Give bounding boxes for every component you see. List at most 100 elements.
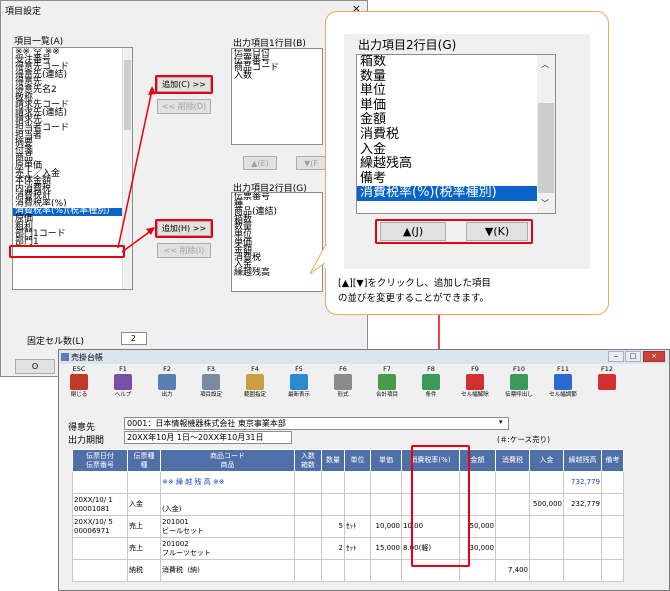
chevron-down-icon[interactable]: ▾ (499, 418, 503, 426)
adjust-icon (554, 374, 572, 390)
table-cell: 20XX/10/ 5 00006971 (72, 515, 128, 538)
table-cell (344, 493, 371, 516)
toolbar-label: 形式 (337, 391, 349, 398)
column-header-line1: 繰越残高 (568, 456, 597, 464)
toolbar-button-f4[interactable]: F4 範囲指定 (238, 365, 272, 405)
table-row[interactable]: 20XX/10/ 5 00006971 売上 201001 ビールセット 5 ｾｯﾄ 10… (72, 515, 624, 538)
toolbar-label: 合計項目 (375, 391, 399, 398)
table-cell (72, 559, 128, 582)
column-header[interactable]: 伝票種種 (127, 449, 161, 472)
table-cell (321, 471, 345, 494)
window-close-icon[interactable]: × (643, 351, 665, 362)
callout-note-line1: [▲][▼]をクリックし、追加した項目 (338, 278, 491, 289)
table-cell (370, 471, 402, 494)
callout-scrollbar[interactable]: ︿ ﹀ (537, 55, 555, 213)
toolbar-label: ヘルプ (114, 391, 132, 398)
function-key-label: F5 (295, 365, 303, 373)
toolbar-button-f12[interactable]: F12 (590, 365, 624, 405)
table-cell (294, 471, 322, 494)
column-header[interactable]: 入金 (529, 449, 564, 472)
toolbar-button-f2[interactable]: F2 出力 (150, 365, 184, 405)
table-row[interactable]: 売上 201002 フルーツセット 2 ｾｯﾄ 15,000 8.00(軽) 30,000 (72, 537, 624, 560)
column-header-line2: 種 (140, 460, 148, 469)
toolbar-button-esc[interactable]: ESC 閉じる (62, 365, 96, 405)
scroll-down-icon[interactable]: ﹀ (541, 198, 549, 209)
toolbar-button-f7[interactable]: F7 合計項目 (370, 365, 404, 405)
toolbar-button-f3[interactable]: F3 項目設定 (194, 365, 228, 405)
column-header-line1: 伝票種 (133, 451, 155, 460)
callout-list-entry[interactable]: 消費税率(%)(税率種別) (357, 186, 555, 201)
callout-list-entry[interactable]: 繰越残高 (357, 157, 555, 172)
function-key-label: ESC (72, 365, 86, 373)
callout-list-entry[interactable]: 単位 (357, 84, 555, 99)
table-row[interactable]: ※※ 繰 越 残 高 ※※ 732,779 (72, 471, 624, 494)
function-key-label: F6 (339, 365, 347, 373)
table-cell: 201002 フルーツセット (160, 537, 295, 560)
table-cell: 732,779 (563, 471, 602, 494)
callout-list-entry[interactable]: 単価 (357, 98, 555, 114)
scroll-up-icon[interactable]: ︿ (541, 59, 549, 70)
table-cell: 232,779 (563, 493, 602, 516)
minimize-icon[interactable]: ‒ (608, 351, 624, 362)
column-header[interactable]: 単位 (344, 449, 371, 472)
callout-list-entry[interactable]: 金額 (357, 113, 555, 128)
toolbar-button-f6[interactable]: F6 形式 (326, 365, 360, 405)
function-key-label: F8 (427, 365, 435, 373)
table-row[interactable]: 20XX/10/ 1 00001081 入金 (入金) 500,000 232,779 (72, 493, 624, 516)
callout-list-entry[interactable]: 箱数 (357, 55, 555, 70)
table-cell: 売上 (127, 515, 161, 538)
column-header[interactable]: 商品コード 商品 (160, 449, 295, 472)
toolbar-button-f10[interactable]: F10 伝票呼出し (502, 365, 536, 405)
table-cell (370, 493, 402, 516)
callout-output-list[interactable]: 箱数 数量 単位 単価 金額 消費税 入金 繰越残高 備考 消費税率(%)(税率種別) ︿ ﹀ (356, 54, 556, 214)
table-cell (601, 537, 624, 560)
table-cell: 15,000 (370, 537, 402, 560)
table-cell (294, 493, 322, 516)
column-header[interactable]: 単価 (370, 449, 402, 472)
toolbar-button-f8[interactable]: F8 条件 (414, 365, 448, 405)
table-cell: 5 (321, 515, 345, 538)
move-down-button[interactable]: ▼(K) (466, 222, 528, 241)
toolbar-button-f5[interactable]: F5 最新表示 (282, 365, 316, 405)
help-icon (114, 374, 132, 390)
callout-list-entry[interactable]: 数量 (357, 69, 555, 85)
toolbar-button-f1[interactable]: F1 ヘルプ (106, 365, 140, 405)
column-header[interactable]: 消費税 (495, 449, 530, 472)
table-cell (601, 471, 624, 494)
toolbar-label: 条件 (425, 391, 437, 398)
callout-list-entry[interactable]: 入金 (357, 142, 555, 158)
column-header[interactable]: 伝票日付 伝票番号 (72, 449, 128, 472)
column-header[interactable]: 入数 箱数 (294, 449, 322, 472)
toolbar-label: セル幅調節 (549, 391, 577, 398)
toolbar-button-f9[interactable]: F9 セル幅解除 (458, 365, 492, 405)
column-header[interactable]: 数量 (321, 449, 345, 472)
period-input[interactable]: 20XX年10月 1日〜20XX年10月31日 (124, 431, 292, 444)
output-icon (158, 374, 176, 390)
column-header-line1: 商品コード (210, 451, 245, 460)
close-icon (70, 374, 88, 390)
callout-list-entry[interactable]: 消費税 (357, 127, 555, 143)
table-cell (321, 493, 345, 516)
table-cell (601, 493, 624, 516)
table-cell (495, 537, 530, 560)
move-up-button[interactable]: ▲(J) (380, 222, 446, 241)
function-key-label: F4 (251, 365, 259, 373)
column-header[interactable]: 備考 (601, 449, 624, 472)
function-key-label: F2 (163, 365, 171, 373)
table-cell (72, 537, 128, 560)
toolbar-button-f11[interactable]: F11 セル幅調節 (546, 365, 580, 405)
column-header-line2: 箱数 (301, 460, 315, 469)
table-cell: 500,000 (529, 493, 564, 516)
tax-rate-column-highlight (411, 445, 470, 567)
table-cell (495, 493, 530, 516)
table-cell (563, 559, 602, 582)
table-row[interactable]: 納税 消費税 (納) 7,400 (72, 559, 624, 582)
column-header-line1: 数量 (326, 456, 340, 464)
item-settings-icon (202, 374, 220, 390)
customer-select[interactable]: 0001：日本情報機器株式会社 東京事業本部 (124, 417, 509, 430)
toolbar-label: 範囲指定 (243, 391, 267, 398)
toolbar-label: 閉じる (70, 391, 88, 398)
column-header[interactable]: 繰越残高 (563, 449, 602, 472)
maximize-icon[interactable]: □ (625, 351, 641, 362)
period-label: 出力期間 (68, 436, 105, 446)
